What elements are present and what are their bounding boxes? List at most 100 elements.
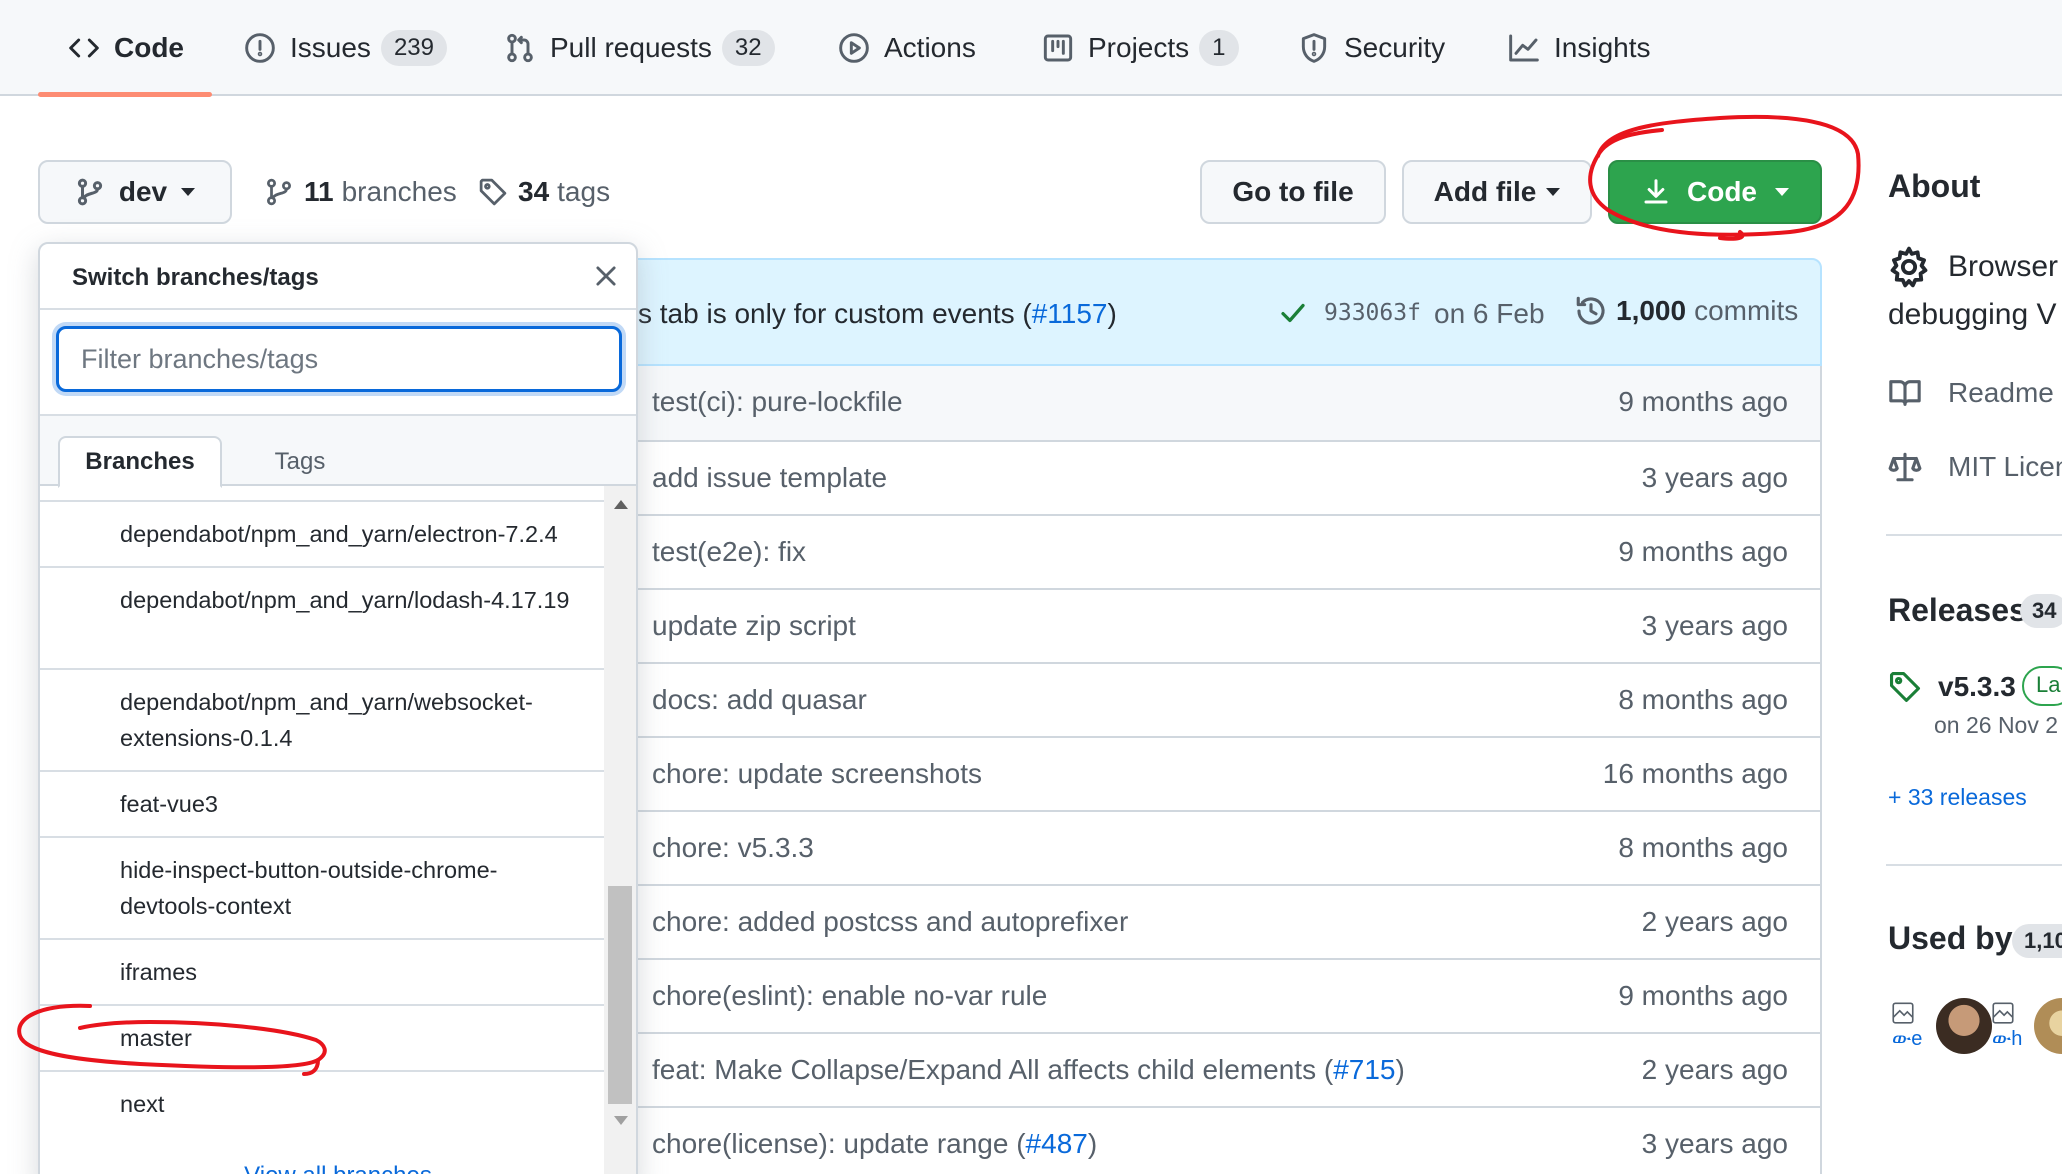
commit-pr-link[interactable]: #487 [1026, 1128, 1088, 1159]
commit-message-link[interactable]: add issue template [652, 462, 887, 494]
tab-insights[interactable]: Insights [1508, 0, 1651, 96]
branch-switch-dropdown: Switch branches/tags Branches Tags depen… [38, 242, 638, 1174]
code-button[interactable]: Code [1608, 160, 1822, 224]
commit-message-link[interactable]: chore(license): update range (#487) [652, 1128, 1097, 1160]
repo-description-line1: Browser [1888, 246, 2058, 288]
commit-message-link[interactable]: test(e2e): fix [652, 536, 806, 568]
file-row[interactable]: feat: Make Collapse/Expand All affects c… [612, 1032, 1820, 1106]
commit-message-paren: ) [1087, 1128, 1098, 1159]
commits-link[interactable]: 1,000 commits [1574, 294, 1798, 328]
tab-issues[interactable]: Issues 239 [244, 0, 447, 96]
branch-item[interactable]: iframes [40, 940, 604, 1006]
branches-label: branches [341, 176, 457, 207]
readme-link[interactable]: Readme [1888, 376, 2054, 410]
filter-branches-input[interactable] [56, 326, 622, 392]
add-file-button[interactable]: Add file [1402, 160, 1592, 224]
tab-code-label: Code [114, 32, 184, 63]
branch-item[interactable]: dependabot/npm_and_yarn/websocket-extens… [40, 670, 604, 772]
file-row[interactable]: chore: v5.3.3 8 months ago [612, 810, 1820, 884]
tab-tags[interactable]: Tags [230, 436, 370, 488]
avatar-placeholder[interactable]: ውe [1890, 1000, 1930, 1054]
file-row[interactable]: update zip script 3 years ago [612, 588, 1820, 662]
tab-branches[interactable]: Branches [58, 436, 222, 488]
branch-item-label: hide-inspect-button-outside-chrome-devto… [120, 857, 498, 919]
latest-commit-bar: s tab is only for custom events (#1157) … [610, 258, 1822, 366]
dropdown-scrollbar[interactable] [604, 486, 636, 1174]
used-by-heading[interactable]: Used by [1888, 920, 2012, 957]
tab-projects[interactable]: Projects 1 [1042, 0, 1239, 96]
commit-age: 3 years ago [1641, 610, 1788, 641]
branch-item-label: feat-vue3 [120, 791, 218, 817]
view-all-branches-link[interactable]: View all branches [40, 1162, 636, 1174]
current-branch: dev [118, 176, 168, 207]
scroll-down-arrow-icon[interactable] [614, 1116, 628, 1125]
latest-release-link[interactable]: v5.3.3 [1888, 670, 2016, 704]
file-row[interactable]: test(e2e): fix 9 months ago [612, 514, 1820, 588]
commit-message-link[interactable]: test(ci): pure-lockfile [652, 386, 903, 418]
commit-message-link[interactable]: chore: update screenshots [652, 758, 982, 790]
branch-item[interactable]: dependabot/npm_and_yarn/electron-7.2.4 [40, 502, 604, 568]
branch-item[interactable]: next [40, 1072, 604, 1138]
readme-label: Readme [1948, 377, 2054, 408]
commit-pr-link[interactable]: #715 [1333, 1054, 1395, 1085]
commit-message-link[interactable]: feat: Make Collapse/Expand All affects c… [652, 1054, 1405, 1086]
tab-security[interactable]: Security [1298, 0, 1445, 96]
commit-message-link[interactable]: update zip script [652, 610, 856, 642]
commit-message-paren: ) [1395, 1054, 1405, 1085]
branch-select-button[interactable]: dev [38, 160, 232, 224]
tab-security-label: Security [1344, 32, 1446, 63]
file-row[interactable]: chore: added postcss and autoprefixer 2 y… [612, 884, 1820, 958]
tab-pull-requests-label: Pull requests [550, 32, 712, 63]
tab-issues-label: Issues [290, 32, 371, 63]
dropdown-header: Switch branches/tags [40, 244, 636, 310]
latest-commit-pr-link[interactable]: #1157 [1032, 298, 1108, 329]
branches-link[interactable]: 11 branches [264, 160, 457, 224]
avatar-alt-text: ውe [1892, 1028, 1923, 1050]
file-row[interactable]: add issue template 3 years ago [612, 440, 1820, 514]
commit-sha[interactable]: 933063f [1324, 300, 1421, 326]
code-icon [69, 38, 99, 58]
avatar[interactable] [2034, 998, 2062, 1054]
tab-code[interactable]: Code [68, 0, 184, 96]
branch-item[interactable]: dependabot/npm_and_yarn/lodash-4.17.19 [40, 568, 604, 670]
book-icon [1889, 380, 1921, 406]
branch-item-partial[interactable] [40, 486, 604, 502]
file-row[interactable]: chore(eslint): enable no-var rule 9 month… [612, 958, 1820, 1032]
file-row[interactable]: chore: update screenshots 16 months ago [612, 736, 1820, 810]
tab-pull-requests[interactable]: Pull requests 32 [504, 0, 775, 96]
branch-item[interactable]: feat-vue3 [40, 772, 604, 838]
file-row[interactable]: test(ci): pure-lockfile 9 months ago [612, 366, 1820, 440]
go-to-file-button[interactable]: Go to file [1200, 160, 1386, 224]
branch-item-master[interactable]: master [40, 1006, 604, 1072]
license-link[interactable]: MIT Licens [1888, 450, 2062, 484]
dropdown-tabs: Branches Tags [40, 416, 636, 488]
repo-description-text: Browser [1948, 250, 2059, 283]
commit-message-link[interactable]: docs: add quasar [652, 684, 867, 716]
scrollbar-thumb[interactable] [608, 886, 632, 1104]
commit-date: on 6 Feb [1434, 298, 1545, 329]
close-icon[interactable] [592, 262, 620, 290]
about-heading: About [1888, 168, 1981, 204]
commit-message-text: chore: update screenshots [652, 758, 982, 789]
latest-commit-message[interactable]: s tab is only for custom events ( [638, 298, 1032, 329]
avatar-placeholder[interactable]: ውh [1990, 1000, 2030, 1054]
issue-icon [245, 33, 275, 63]
avatar[interactable] [1936, 998, 1992, 1054]
more-releases-link[interactable]: + 33 releases [1888, 784, 2027, 811]
active-tab-underline [38, 92, 212, 97]
file-row[interactable]: chore(license): update range (#487) 3 yea… [612, 1106, 1820, 1174]
branch-item[interactable]: hide-inspect-button-outside-chrome-devto… [40, 838, 604, 940]
releases-heading[interactable]: Releases [1888, 592, 2027, 629]
tags-link[interactable]: 34 tags [478, 160, 610, 224]
file-row[interactable]: docs: add quasar 8 months ago [612, 662, 1820, 736]
scroll-up-arrow-icon[interactable] [614, 500, 628, 509]
branch-item-label: dependabot/npm_and_yarn/electron-7.2.4 [120, 521, 558, 547]
commit-message-link[interactable]: chore: added postcss and autoprefixer [652, 906, 1128, 938]
commit-message-link[interactable]: chore(eslint): enable no-var rule [652, 980, 1047, 1012]
repo-nav: Code Issues 239 Pull requests 32 Actions… [0, 0, 2062, 97]
tab-actions[interactable]: Actions [838, 0, 976, 96]
sidebar-divider [1886, 864, 2062, 866]
commit-message-text: chore(license): update range ( [652, 1128, 1026, 1159]
commit-message-link[interactable]: chore: v5.3.3 [652, 832, 814, 864]
avatar-alt-text: ውh [1992, 1028, 2023, 1050]
